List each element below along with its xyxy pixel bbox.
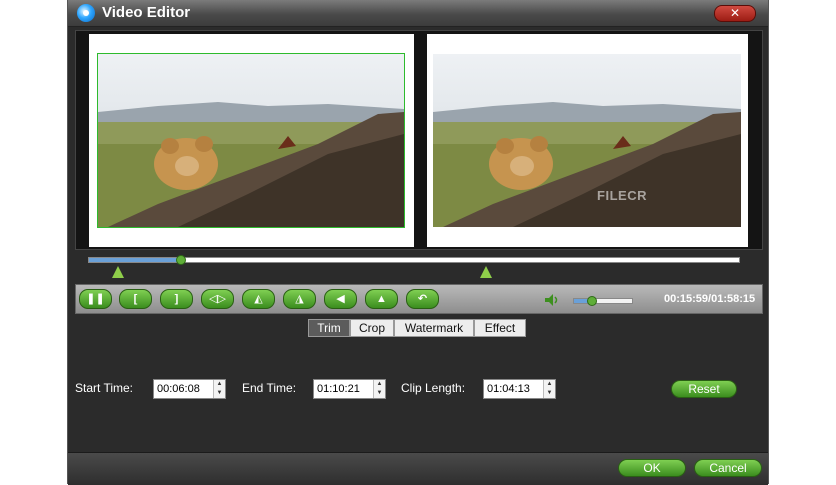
preview-area: FILECR	[75, 30, 763, 250]
end-time-field[interactable]: 01:10:21 ▲ ▼	[313, 379, 386, 399]
original-video-frame[interactable]	[97, 53, 405, 228]
app-logo-icon	[77, 4, 95, 22]
time-readout: 00:15:59/01:58:15	[664, 293, 756, 305]
timeline-progress	[89, 258, 180, 262]
rotate-right-button[interactable]: ◮	[283, 289, 316, 309]
tab-crop[interactable]: Crop	[350, 319, 394, 337]
undo-button[interactable]: ↶	[406, 289, 439, 309]
tab-trim[interactable]: Trim	[308, 319, 350, 337]
watermark-logo: FILECR	[597, 188, 647, 203]
start-time-field[interactable]: 00:06:08 ▲ ▼	[153, 379, 226, 399]
reset-button[interactable]: Reset	[671, 380, 737, 398]
timeline-handle[interactable]	[176, 255, 186, 265]
clip-length-field[interactable]: 01:04:13 ▲ ▼	[483, 379, 556, 399]
start-time-value: 00:06:08	[157, 383, 200, 395]
end-time-label: End Time:	[242, 381, 297, 395]
volume-slider[interactable]	[573, 296, 633, 306]
window-title: Video Editor	[102, 4, 191, 21]
end-time-stepper[interactable]: ▲ ▼	[373, 380, 385, 398]
start-time-stepper[interactable]: ▲ ▼	[213, 380, 225, 398]
clip-length-label: Clip Length:	[401, 381, 466, 395]
volume-knob[interactable]	[587, 296, 598, 306]
close-button[interactable]: ✕	[714, 5, 756, 22]
set-start-button[interactable]: [	[119, 289, 152, 309]
playback-toolbar: ❚❚ [ ] ◁▷ ◭ ◮ ◀ ▲ ↶ 00:15:59/01:58:15	[75, 284, 763, 314]
title-bar[interactable]: Video Editor ✕	[68, 0, 768, 27]
set-end-button[interactable]: ]	[160, 289, 193, 309]
timeline-slider[interactable]	[88, 255, 740, 265]
rotate-left-button[interactable]: ◭	[242, 289, 275, 309]
speaker-icon[interactable]	[545, 294, 559, 306]
play-segment-button[interactable]: ◁▷	[201, 289, 234, 309]
footer-bar: OK Cancel	[68, 452, 768, 485]
original-preview-pane	[89, 34, 414, 247]
start-time-label: Start Time:	[75, 381, 134, 395]
tab-watermark[interactable]: Watermark	[394, 319, 474, 337]
output-preview-pane: FILECR	[427, 34, 748, 247]
clip-length-stepper[interactable]: ▲ ▼	[543, 380, 555, 398]
end-time-value: 01:10:21	[317, 383, 360, 395]
output-video-frame[interactable]: FILECR	[433, 54, 741, 227]
flip-vertical-button[interactable]: ▲	[365, 289, 398, 309]
clip-length-value: 01:04:13	[487, 383, 530, 395]
pause-button[interactable]: ❚❚	[79, 289, 112, 309]
cancel-button[interactable]: Cancel	[694, 459, 762, 477]
video-editor-window: Video Editor ✕ FILECR ❚❚ [] ◁▷ ◭ ◮ ◀ ▲ …	[67, 0, 769, 485]
trim-start-marker[interactable]	[112, 266, 124, 278]
ok-button[interactable]: OK	[618, 459, 686, 477]
tab-effect[interactable]: Effect	[474, 319, 526, 337]
trim-end-marker[interactable]	[480, 266, 492, 278]
flip-horizontal-button[interactable]: ◀	[324, 289, 357, 309]
